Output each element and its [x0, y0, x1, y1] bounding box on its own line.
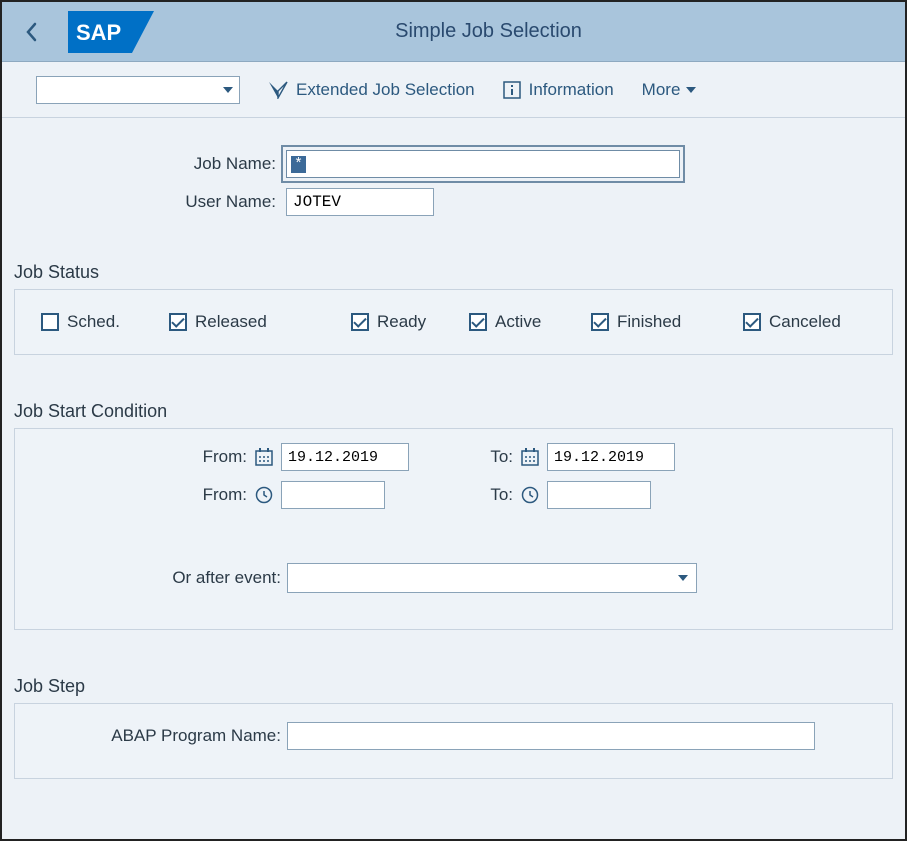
job-status-title: Job Status: [14, 262, 893, 283]
checkbox-finished-box[interactable]: [591, 313, 609, 331]
job-status-group: Sched. Released Ready Active Finished Ca…: [14, 289, 893, 355]
checkbox-released-label: Released: [195, 312, 267, 332]
job-start-group: From: To: From: To: Or: [14, 428, 893, 630]
event-row: Or after event:: [15, 563, 892, 593]
user-name-input[interactable]: [286, 188, 434, 216]
back-button[interactable]: [14, 14, 50, 50]
checkbox-released: Released: [169, 312, 351, 332]
time-range-row: From: To:: [15, 481, 892, 509]
checkbox-active: Active: [469, 312, 591, 332]
checkbox-released-box[interactable]: [169, 313, 187, 331]
checkbox-ready: Ready: [351, 312, 469, 332]
chevron-down-icon: [678, 575, 688, 581]
time-to-label: To:: [477, 485, 513, 505]
checkbox-active-label: Active: [495, 312, 541, 332]
job-start-title: Job Start Condition: [14, 401, 893, 422]
calendar-from-icon-wrap: [247, 448, 281, 466]
extended-job-selection-label: Extended Job Selection: [296, 80, 475, 100]
calendar-icon[interactable]: [521, 448, 539, 466]
filter-icon: [268, 81, 288, 99]
clock-icon[interactable]: [521, 486, 539, 504]
user-name-row: User Name:: [14, 188, 893, 216]
checkbox-finished: Finished: [591, 312, 743, 332]
checkbox-canceled-label: Canceled: [769, 312, 841, 332]
calendar-to-icon-wrap: [513, 448, 547, 466]
checkbox-finished-label: Finished: [617, 312, 681, 332]
checkbox-ready-box[interactable]: [351, 313, 369, 331]
clock-icon[interactable]: [255, 486, 273, 504]
information-label: Information: [529, 80, 614, 100]
clock-to-icon-wrap: [513, 486, 547, 504]
toolbar-variant-dropdown[interactable]: [36, 76, 240, 104]
checkbox-sched-label: Sched.: [67, 312, 120, 332]
abap-program-label: ABAP Program Name:: [15, 726, 287, 746]
time-to-input[interactable]: [547, 481, 651, 509]
sap-logo-text: SAP: [76, 20, 121, 45]
date-from-label: From:: [15, 447, 247, 467]
chevron-down-icon: [223, 87, 233, 93]
checkbox-canceled: Canceled: [743, 312, 841, 332]
date-to-input[interactable]: [547, 443, 675, 471]
information-button[interactable]: Information: [503, 80, 614, 100]
more-button[interactable]: More: [642, 80, 697, 100]
checkbox-canceled-box[interactable]: [743, 313, 761, 331]
job-name-value: *: [291, 156, 306, 173]
checkbox-active-box[interactable]: [469, 313, 487, 331]
extended-job-selection-button[interactable]: Extended Job Selection: [268, 80, 475, 100]
job-step-group: ABAP Program Name:: [14, 703, 893, 779]
date-to-label: To:: [477, 447, 513, 467]
calendar-icon[interactable]: [255, 448, 273, 466]
date-range-row: From: To:: [15, 443, 892, 471]
page-title: Simple Job Selection: [154, 20, 823, 43]
abap-row: ABAP Program Name:: [15, 722, 892, 750]
job-name-row: Job Name: *: [14, 150, 893, 178]
checkbox-ready-label: Ready: [377, 312, 426, 332]
checkbox-sched-box[interactable]: [41, 313, 59, 331]
header-bar: SAP Simple Job Selection: [2, 2, 905, 62]
job-name-input[interactable]: *: [286, 150, 680, 178]
job-name-label: Job Name:: [14, 154, 286, 174]
date-from-input[interactable]: [281, 443, 409, 471]
chevron-left-icon: [25, 22, 39, 42]
user-name-label: User Name:: [14, 192, 286, 212]
chevron-down-icon: [686, 87, 696, 93]
job-status-checkboxes: Sched. Released Ready Active Finished Ca…: [15, 290, 892, 354]
time-from-label: From:: [15, 485, 247, 505]
time-from-input[interactable]: [281, 481, 385, 509]
abap-program-input[interactable]: [287, 722, 815, 750]
event-dropdown[interactable]: [287, 563, 697, 593]
checkbox-sched: Sched.: [41, 312, 169, 332]
more-label: More: [642, 80, 681, 100]
content-area: Job Name: * User Name: Job Status Sched.…: [2, 118, 905, 791]
toolbar: Extended Job Selection Information More: [2, 62, 905, 118]
sap-logo: SAP: [68, 11, 154, 53]
or-after-event-label: Or after event:: [15, 568, 287, 588]
clock-from-icon-wrap: [247, 486, 281, 504]
job-step-title: Job Step: [14, 676, 893, 697]
info-icon: [503, 81, 521, 99]
